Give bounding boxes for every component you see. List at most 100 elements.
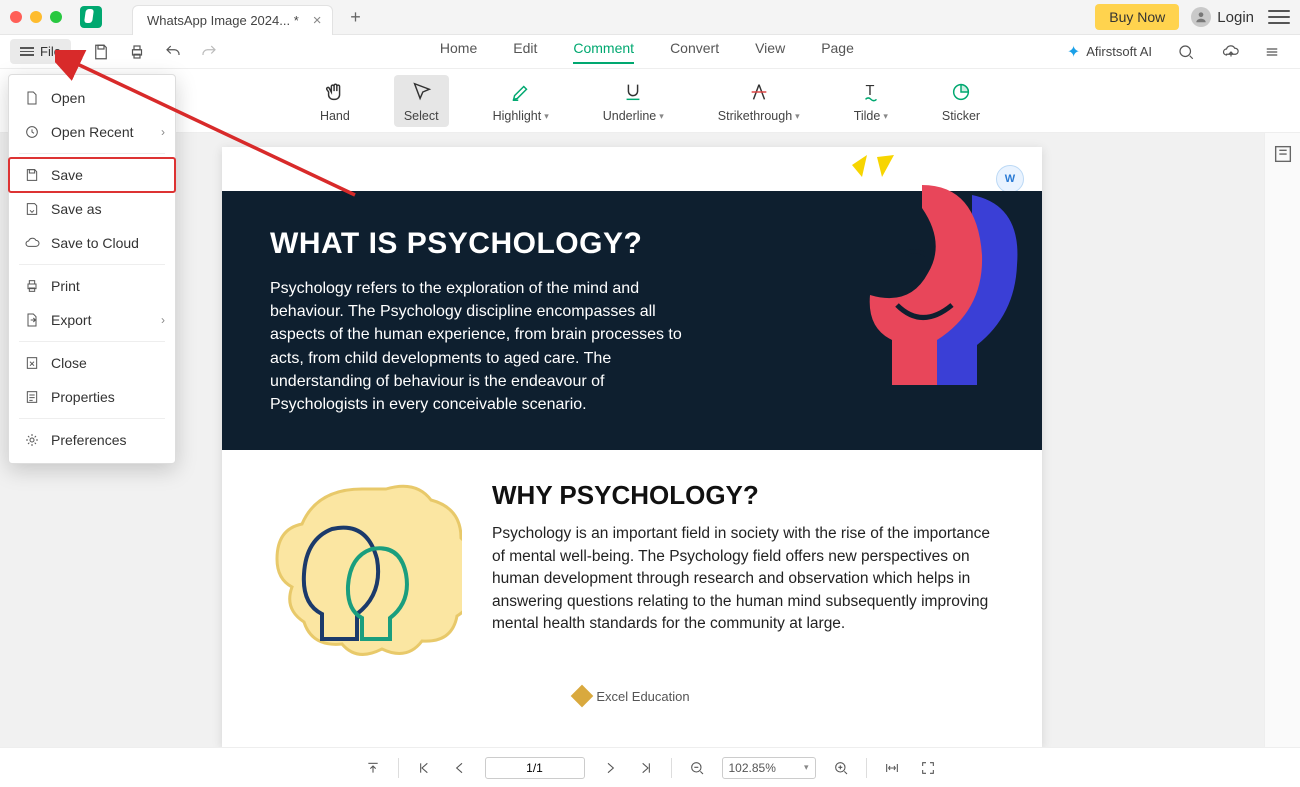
- chevron-down-icon: ▾: [795, 111, 800, 122]
- redo-icon[interactable]: [196, 39, 222, 65]
- menu-preferences[interactable]: Preferences: [9, 423, 175, 457]
- menu-save-cloud[interactable]: Save to Cloud: [9, 226, 175, 260]
- file-menu-button[interactable]: File: [10, 39, 71, 64]
- close-file-icon: [23, 354, 41, 372]
- tab-comment[interactable]: Comment: [573, 40, 634, 64]
- tab-page[interactable]: Page: [821, 40, 854, 64]
- close-window[interactable]: [10, 11, 22, 23]
- fit-width-icon[interactable]: [881, 757, 903, 779]
- minimize-window[interactable]: [30, 11, 42, 23]
- doc-paragraph-1: Psychology refers to the exploration of …: [270, 277, 690, 416]
- tab-title: WhatsApp Image 2024... *: [147, 13, 299, 28]
- doc-heading-2: WHY PSYCHOLOGY?: [492, 480, 1002, 511]
- menu-icon: [20, 45, 34, 58]
- undo-icon[interactable]: [160, 39, 186, 65]
- zoom-value: 102.85%: [729, 761, 776, 775]
- underline-icon: [622, 79, 644, 105]
- tab-convert[interactable]: Convert: [670, 40, 719, 64]
- zoom-out-icon[interactable]: [686, 757, 708, 779]
- file-dropdown: Open Open Recent › Save Save as Save to …: [8, 74, 176, 464]
- hand-icon: [324, 79, 346, 105]
- doc-footer-text: Excel Education: [596, 689, 689, 704]
- cursor-icon: [410, 79, 432, 105]
- clock-icon: [23, 123, 41, 141]
- panel-toggle-icon[interactable]: [1272, 143, 1294, 165]
- document-viewport[interactable]: W WHAT IS PSYCHOLOGY? Psychology refers …: [0, 133, 1264, 747]
- fit-page-icon[interactable]: [917, 757, 939, 779]
- tool-select[interactable]: Select: [394, 75, 449, 127]
- doc-paragraph-2: Psychology is an important field in soci…: [492, 523, 1002, 635]
- app-menu-button[interactable]: [1268, 6, 1290, 28]
- new-tab-button[interactable]: +: [343, 4, 369, 30]
- chevron-down-icon: ▾: [883, 111, 888, 122]
- search-icon[interactable]: [1173, 39, 1199, 65]
- user-icon: [1191, 7, 1211, 27]
- menu-bar: File Home Edit Comment Convert View Page…: [0, 35, 1300, 69]
- zoom-select[interactable]: 102.85% ▾: [722, 757, 816, 779]
- menu-close[interactable]: Close: [9, 346, 175, 380]
- tab-edit[interactable]: Edit: [513, 40, 537, 64]
- tool-underline[interactable]: Underline▾: [593, 75, 674, 127]
- menu-save[interactable]: Save: [9, 158, 175, 192]
- highlight-icon: [510, 79, 532, 105]
- doc-section-1: WHAT IS PSYCHOLOGY? Psychology refers to…: [222, 191, 1042, 450]
- cloud-icon: [23, 234, 41, 252]
- print-icon: [23, 277, 41, 295]
- maximize-window[interactable]: [50, 11, 62, 23]
- tab-close-icon[interactable]: ×: [313, 12, 322, 29]
- document-tab[interactable]: WhatsApp Image 2024... * ×: [132, 5, 333, 35]
- main-tabs: Home Edit Comment Convert View Page: [227, 40, 1067, 64]
- export-icon: [23, 311, 41, 329]
- last-page-icon[interactable]: [635, 757, 657, 779]
- menu-print[interactable]: Print: [9, 269, 175, 303]
- zoom-in-icon[interactable]: [830, 757, 852, 779]
- menu-properties[interactable]: Properties: [9, 380, 175, 414]
- doc-footer: Excel Education: [222, 684, 1042, 718]
- sparkle-icon: ✦: [1067, 42, 1080, 62]
- ai-button[interactable]: ✦ Afirstsoft AI: [1067, 42, 1152, 62]
- menu-export[interactable]: Export ›: [9, 303, 175, 337]
- next-page-icon[interactable]: [599, 757, 621, 779]
- page-input[interactable]: [485, 757, 585, 779]
- chevron-down-icon: ▾: [544, 111, 549, 122]
- file-icon: [23, 89, 41, 107]
- save-quick-icon[interactable]: [88, 39, 114, 65]
- tab-home[interactable]: Home: [440, 40, 477, 64]
- sticker-icon: [950, 79, 972, 105]
- menu-open-recent[interactable]: Open Recent ›: [9, 115, 175, 149]
- comment-toolbar: Hand Select Highlight▾ Underline▾ Strike…: [0, 69, 1300, 133]
- svg-text:T: T: [865, 83, 874, 99]
- menu-save-as[interactable]: Save as: [9, 192, 175, 226]
- login-label: Login: [1217, 9, 1254, 26]
- login-button[interactable]: Login: [1191, 7, 1254, 27]
- window-controls: [10, 11, 62, 23]
- cloud-sync-icon[interactable]: [1218, 39, 1244, 65]
- save-icon: [23, 166, 41, 184]
- print-quick-icon[interactable]: [124, 39, 150, 65]
- chevron-down-icon: ▾: [804, 762, 809, 773]
- properties-icon: [23, 388, 41, 406]
- gear-icon: [23, 431, 41, 449]
- tool-sticker[interactable]: Sticker: [932, 75, 990, 127]
- tab-view[interactable]: View: [755, 40, 785, 64]
- brain-illustration: [262, 474, 462, 664]
- diamond-icon: [571, 685, 594, 708]
- save-as-icon: [23, 200, 41, 218]
- tilde-icon: T: [860, 79, 882, 105]
- titlebar: WhatsApp Image 2024... * × + Buy Now Log…: [0, 0, 1300, 35]
- collapse-ribbon-icon[interactable]: [1259, 39, 1285, 65]
- tool-tilde[interactable]: T Tilde▾: [844, 75, 898, 127]
- scroll-top-icon[interactable]: [362, 757, 384, 779]
- first-page-icon[interactable]: [413, 757, 435, 779]
- prev-page-icon[interactable]: [449, 757, 471, 779]
- tool-strikethrough[interactable]: Strikethrough▾: [708, 75, 810, 127]
- tool-highlight[interactable]: Highlight▾: [483, 75, 559, 127]
- ai-label: Afirstsoft AI: [1086, 44, 1152, 59]
- chevron-right-icon: ›: [161, 313, 165, 327]
- chevron-right-icon: ›: [161, 125, 165, 139]
- menu-open[interactable]: Open: [9, 81, 175, 115]
- tool-hand[interactable]: Hand: [310, 75, 360, 127]
- right-sidebar: [1264, 133, 1300, 747]
- heads-illustration: [822, 155, 1022, 405]
- buy-now-button[interactable]: Buy Now: [1095, 4, 1179, 30]
